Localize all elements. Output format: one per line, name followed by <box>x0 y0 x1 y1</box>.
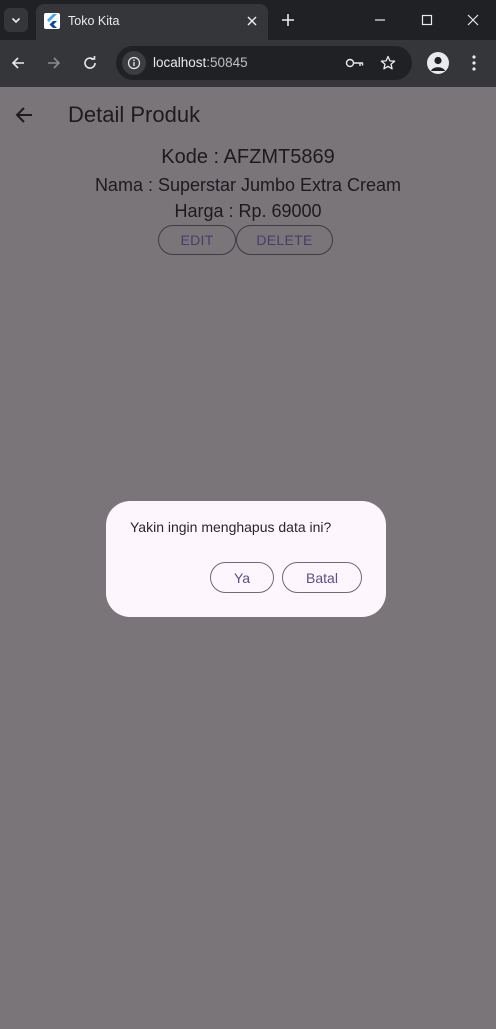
maximize-icon[interactable] <box>415 8 439 32</box>
chevron-down-icon <box>11 17 21 24</box>
confirm-yes-button[interactable]: Ya <box>210 562 274 593</box>
delete-confirm-dialog: Yakin ingin menghapus data ini? Ya Batal <box>106 501 386 617</box>
tab-title: Toko Kita <box>68 14 120 28</box>
product-name: Nama : Superstar Jumbo Extra Cream <box>94 175 402 195</box>
reload-icon[interactable] <box>78 51 102 75</box>
url-text: localhost:50845 <box>153 55 248 70</box>
profile-avatar-icon[interactable] <box>427 52 449 74</box>
browser-tab-strip: Toko Kita <box>0 0 496 40</box>
minimize-icon[interactable] <box>368 8 392 32</box>
app-page: Detail Produk Kode : AFZMT5869 Nama : Su… <box>0 87 496 1029</box>
browser-tab-active[interactable]: Toko Kita <box>36 4 268 40</box>
flutter-favicon-icon <box>44 13 60 29</box>
delete-button[interactable]: DELETE <box>236 225 333 255</box>
tab-search-button[interactable] <box>4 8 28 32</box>
close-window-icon[interactable] <box>461 8 485 32</box>
bookmark-star-icon[interactable] <box>377 52 399 74</box>
browser-toolbar: localhost:50845 <box>0 40 496 87</box>
new-tab-plus-icon[interactable] <box>278 10 298 30</box>
edit-button[interactable]: EDIT <box>158 225 236 255</box>
back-arrow-icon[interactable] <box>12 103 36 127</box>
password-key-icon[interactable] <box>344 52 366 74</box>
page-title: Detail Produk <box>68 102 201 127</box>
site-info-icon[interactable] <box>122 51 146 75</box>
tab-close-icon[interactable] <box>243 12 261 30</box>
back-icon[interactable] <box>6 51 30 75</box>
product-price: Harga : Rp. 69000 <box>174 201 322 221</box>
forward-icon[interactable] <box>42 51 66 75</box>
cancel-button[interactable]: Batal <box>282 562 362 593</box>
product-code: Kode : AFZMT5869 <box>161 146 335 168</box>
address-bar[interactable]: localhost:50845 <box>116 46 412 80</box>
dialog-message: Yakin ingin menghapus data ini? <box>130 519 332 535</box>
kebab-menu-icon[interactable] <box>463 52 485 74</box>
